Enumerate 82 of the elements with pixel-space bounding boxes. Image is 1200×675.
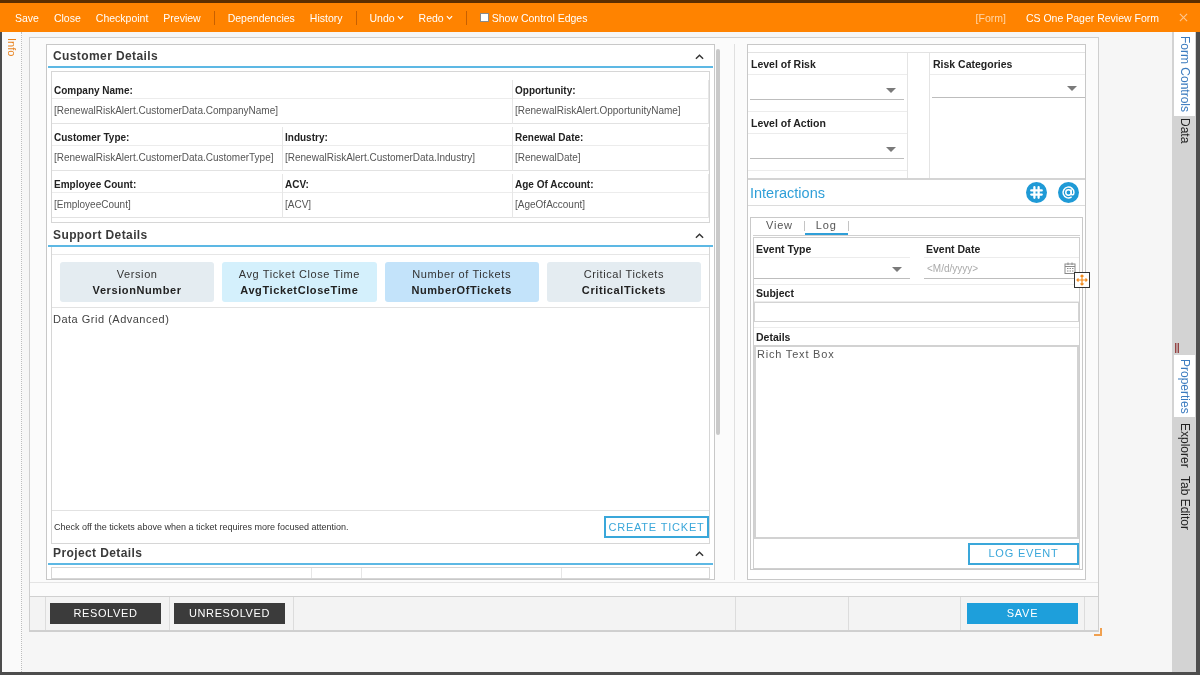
chevron-down-icon	[396, 15, 404, 20]
side-tab[interactable]: Tab Editor	[1174, 473, 1195, 533]
tab[interactable]: View	[755, 218, 804, 235]
stat-label: Number of Tickets	[412, 267, 512, 281]
checkbox-label[interactable]: Show Control Edges	[491, 10, 588, 25]
caret-icon	[1067, 86, 1077, 91]
stat-label: Version	[116, 267, 158, 281]
stat-label: Critical Tickets	[583, 267, 665, 281]
at-sign-icon[interactable]	[1058, 182, 1079, 203]
form-title: CS One Pager Review Form	[1025, 10, 1159, 25]
field-label: Age Of Account:	[515, 178, 594, 192]
field-label: ACV:	[285, 178, 309, 192]
field-label: Level of Risk	[751, 56, 816, 71]
field-label: Details	[756, 329, 791, 344]
field-value: [RenewalDate]	[515, 152, 581, 164]
field-label: Level of Action	[751, 115, 826, 130]
toolbar-dropdown-button[interactable]: Redo	[418, 10, 453, 25]
save-button[interactable]: SAVE	[967, 603, 1078, 624]
caret-icon	[886, 88, 896, 93]
toolbar-dropdown-button[interactable]: Undo	[369, 10, 404, 25]
caret-icon	[892, 267, 902, 272]
side-tab[interactable]: Form Controls	[1174, 32, 1195, 116]
stat-value: NumberOfTickets	[411, 283, 512, 297]
date-input[interactable]: <M/d/yyyy>	[927, 260, 1064, 276]
side-tab[interactable]: Info	[5, 38, 18, 57]
toolbar-button[interactable]: Preview	[163, 10, 201, 25]
toolbar-button[interactable]: Checkpoint	[95, 10, 149, 25]
toolbar-button[interactable]: Close	[53, 10, 81, 25]
context-label: [Form]	[975, 10, 1006, 25]
scrollbar-thumb[interactable]	[716, 49, 720, 435]
tab[interactable]: Log	[804, 218, 848, 235]
field-label: Risk Categories	[933, 56, 1013, 71]
helper-text: Check off the tickets above when a ticket requires more focused attention.	[54, 521, 349, 533]
section-title: Support Details	[53, 228, 148, 243]
field-value: [RenewalRiskAlert.OpportunityName]	[515, 105, 681, 117]
side-tab[interactable]: Data	[1174, 116, 1195, 146]
log-event-button[interactable]: LOG EVENT	[968, 542, 1079, 565]
field-value: [AgeOfAccount]	[515, 199, 586, 211]
caret-icon	[886, 147, 896, 152]
data-grid-label: Data Grid (Advanced)	[53, 312, 170, 326]
toolbar-button[interactable]: History	[309, 10, 343, 25]
chevron-up-icon[interactable]	[695, 53, 704, 60]
rich-text-editor[interactable]: Rich Text Box	[754, 345, 1079, 539]
stat-value: VersionNumber	[92, 283, 182, 297]
field-value: [RenewalRiskAlert.CustomerData.Industry]	[285, 152, 476, 164]
field-label: Subject	[756, 286, 794, 300]
stat-value: CriticalTickets	[581, 283, 666, 297]
resize-corner-icon[interactable]	[1094, 628, 1102, 636]
move-handle-icon[interactable]	[1074, 272, 1090, 288]
toolbar-button[interactable]: Dependencies	[227, 10, 295, 25]
field-value: [EmployeeCount]	[54, 199, 131, 211]
field-value: [RenewalRiskAlert.CustomerData.CompanyName]	[54, 105, 278, 117]
interactions-title: Interactions	[750, 183, 825, 202]
resize-grip-icon[interactable]	[1175, 343, 1179, 353]
chevron-up-icon[interactable]	[695, 232, 704, 239]
section-title: Customer Details	[53, 49, 159, 64]
side-tab[interactable]: Explorer	[1174, 417, 1195, 473]
stat-value: AvgTicketCloseTime	[240, 283, 359, 297]
field-label: Employee Count:	[54, 178, 137, 192]
field-label: Event Type	[756, 241, 812, 256]
chevron-up-icon[interactable]	[695, 550, 704, 557]
close-icon[interactable]	[1179, 13, 1188, 22]
field-label: Company Name:	[54, 84, 133, 98]
field-label: Industry:	[285, 131, 328, 145]
side-tab[interactable]: Properties	[1174, 355, 1195, 417]
stat-label: Avg Ticket Close Time	[238, 267, 360, 281]
field-value: [RenewalRiskAlert.CustomerData.CustomerType]	[54, 152, 274, 164]
field-label: Event Date	[926, 241, 981, 256]
checkbox[interactable]	[479, 13, 489, 22]
toolbar-button[interactable]: Save	[15, 10, 39, 25]
field-label: Opportunity:	[515, 84, 576, 98]
resolution-button[interactable]: RESOLVED	[50, 603, 161, 624]
field-value: [ACV]	[285, 199, 312, 211]
field-label: Renewal Date:	[515, 131, 584, 145]
resolution-button[interactable]: UNRESOLVED	[174, 603, 285, 624]
subject-input[interactable]	[754, 302, 1079, 322]
section-title: Project Details	[53, 546, 143, 561]
chevron-down-icon	[445, 15, 453, 20]
hashtag-icon[interactable]	[1026, 182, 1047, 203]
calendar-icon[interactable]	[1064, 262, 1076, 274]
field-label: Customer Type:	[54, 131, 130, 145]
create-ticket-button[interactable]: CREATE TICKET	[604, 516, 709, 538]
